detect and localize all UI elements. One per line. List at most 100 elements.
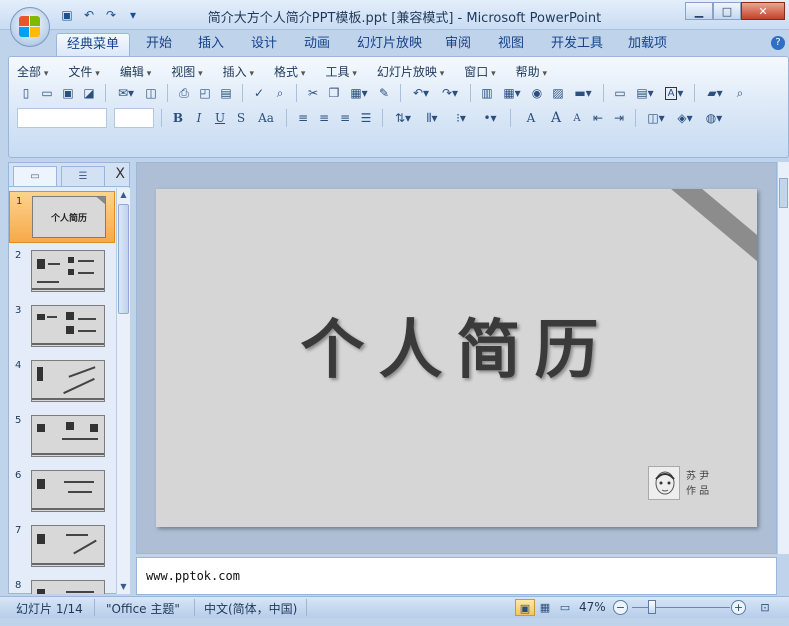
increase-indent-icon[interactable]: ⇥: [610, 109, 628, 127]
clipart-icon[interactable]: ◉: [528, 84, 546, 102]
align-right-icon[interactable]: ≡: [336, 109, 354, 127]
zoom-slider-track[interactable]: [632, 607, 730, 608]
shadow-button[interactable]: S: [232, 109, 250, 127]
save-icon[interactable]: ▣: [59, 84, 77, 102]
open-icon[interactable]: ▭: [38, 84, 56, 102]
zoom-level[interactable]: 47%: [579, 600, 606, 614]
maximize-button[interactable]: □: [713, 2, 741, 20]
columns-icon[interactable]: ⫴▾: [419, 109, 445, 127]
cut-icon[interactable]: ✂: [304, 84, 322, 102]
numbering-icon[interactable]: ⁝▾: [448, 109, 474, 127]
menu-all[interactable]: 全部: [17, 63, 48, 80]
slide-thumbnail-4[interactable]: 4: [9, 356, 115, 408]
research-icon[interactable]: ⌕: [271, 84, 289, 102]
copy-icon[interactable]: ❐: [325, 84, 343, 102]
chart-icon[interactable]: ▥: [478, 84, 496, 102]
font-size-combo[interactable]: [114, 108, 154, 128]
help-icon[interactable]: ?: [771, 36, 785, 50]
new-slide-icon[interactable]: ▭: [611, 84, 629, 102]
permission-icon[interactable]: ◪: [80, 84, 98, 102]
menu-view[interactable]: 视图: [171, 63, 202, 80]
menu-insert[interactable]: 插入: [223, 63, 254, 80]
fit-to-window-icon[interactable]: ⊡: [755, 599, 775, 616]
current-slide[interactable]: 个人简历 苏 尹 作 品: [156, 189, 757, 527]
slide-thumbnail-6[interactable]: 6: [9, 466, 115, 518]
italic-button[interactable]: I: [190, 109, 208, 127]
grow-font-button[interactable]: A: [547, 109, 565, 127]
slide-thumbnail-8[interactable]: 8: [9, 576, 115, 594]
tab-animation[interactable]: 动画: [294, 33, 340, 56]
main-scrollbar[interactable]: [777, 162, 789, 554]
table-icon[interactable]: ▦▾: [499, 84, 525, 102]
layout-icon[interactable]: ▤▾: [632, 84, 658, 102]
print-preview-icon[interactable]: ◰: [196, 84, 214, 102]
tab-insert[interactable]: 插入: [188, 33, 234, 56]
slide-title[interactable]: 个人简历: [156, 299, 757, 391]
new-icon[interactable]: ▯: [17, 84, 35, 102]
publish-icon[interactable]: ◫: [142, 84, 160, 102]
folder-icon[interactable]: ▰▾: [702, 84, 728, 102]
font-color-button[interactable]: A: [518, 109, 544, 127]
tab-classic-menu[interactable]: 经典菜单: [56, 33, 131, 56]
menu-help[interactable]: 帮助: [516, 63, 547, 80]
line-color-icon[interactable]: ▬▾: [570, 84, 596, 102]
tab-view[interactable]: 视图: [488, 33, 534, 56]
bullets-icon[interactable]: •▾: [477, 109, 503, 127]
scrollbar-thumb[interactable]: [779, 178, 788, 208]
language-indicator[interactable]: 中文(简体，中国): [204, 600, 297, 617]
scroll-down-icon[interactable]: ▼: [117, 580, 130, 594]
paste-icon[interactable]: ▦▾: [346, 84, 372, 102]
office-button[interactable]: [10, 7, 50, 47]
menu-slideshow[interactable]: 幻灯片放映: [377, 63, 444, 80]
tab-slideshow[interactable]: 幻灯片放映: [347, 33, 432, 56]
scrollbar-thumb[interactable]: [118, 204, 129, 314]
print-icon[interactable]: ⎙: [175, 84, 193, 102]
panel-close-button[interactable]: X: [115, 166, 125, 182]
spelling-icon[interactable]: ✓: [250, 84, 268, 102]
format-painter-icon[interactable]: ✎: [375, 84, 393, 102]
slide-thumbnail-5[interactable]: 5: [9, 411, 115, 463]
picture-icon[interactable]: ▨: [549, 84, 567, 102]
zoom-slider-thumb[interactable]: [648, 600, 656, 614]
zoom-out-icon[interactable]: −: [613, 600, 628, 615]
slide-thumbnail-7[interactable]: 7: [9, 521, 115, 573]
menu-window[interactable]: 窗口: [464, 63, 495, 80]
bold-button[interactable]: B: [169, 109, 187, 127]
slide-show-icon[interactable]: ▤: [217, 84, 235, 102]
tab-developer[interactable]: 开发工具: [541, 33, 613, 56]
undo-icon[interactable]: ↶▾: [408, 84, 434, 102]
tab-home[interactable]: 开始: [136, 33, 182, 56]
slideshow-view-icon[interactable]: ▭: [555, 599, 575, 616]
scroll-up-icon[interactable]: ▲: [117, 188, 130, 202]
justify-icon[interactable]: ☰: [357, 109, 375, 127]
thumbnails-scrollbar[interactable]: ▲ ▼: [116, 188, 130, 594]
slide-thumbnail-1[interactable]: 1 个人简历: [9, 191, 115, 243]
slide-sorter-icon[interactable]: ▦: [535, 599, 555, 616]
normal-view-icon[interactable]: ▣: [515, 599, 535, 616]
underline-button[interactable]: U: [211, 109, 229, 127]
find-icon[interactable]: ⌕: [731, 84, 749, 102]
zoom-in-icon[interactable]: +: [731, 600, 746, 615]
slide-thumbnail-2[interactable]: 2: [9, 246, 115, 298]
minimize-button[interactable]: ▁: [685, 2, 713, 20]
font-name-combo[interactable]: [17, 108, 107, 128]
shapes-icon[interactable]: ◈▾: [672, 109, 698, 127]
menu-file[interactable]: 文件: [68, 63, 99, 80]
align-center-icon[interactable]: ≡: [315, 109, 333, 127]
menu-edit[interactable]: 编辑: [120, 63, 151, 80]
close-button[interactable]: ✕: [741, 2, 785, 20]
text-direction-icon[interactable]: ⇅▾: [390, 109, 416, 127]
notes-text[interactable]: www.pptok.com: [146, 569, 240, 583]
tab-review[interactable]: 审阅: [435, 33, 481, 56]
outline-tab-icon[interactable]: ☰: [61, 166, 105, 186]
decrease-indent-icon[interactable]: ⇤: [589, 109, 607, 127]
change-case-button[interactable]: Aa: [253, 109, 279, 127]
shrink-font-button[interactable]: A: [568, 109, 586, 127]
slides-tab-icon[interactable]: ▭: [13, 166, 57, 186]
redo-icon[interactable]: ↷▾: [437, 84, 463, 102]
email-icon[interactable]: ✉▾: [113, 84, 139, 102]
notes-pane[interactable]: www.pptok.com: [136, 557, 777, 595]
slide-thumbnail-3[interactable]: 3: [9, 301, 115, 353]
textbox-icon[interactable]: A ▾: [661, 84, 687, 102]
theme-name[interactable]: "Office 主题": [106, 600, 180, 617]
